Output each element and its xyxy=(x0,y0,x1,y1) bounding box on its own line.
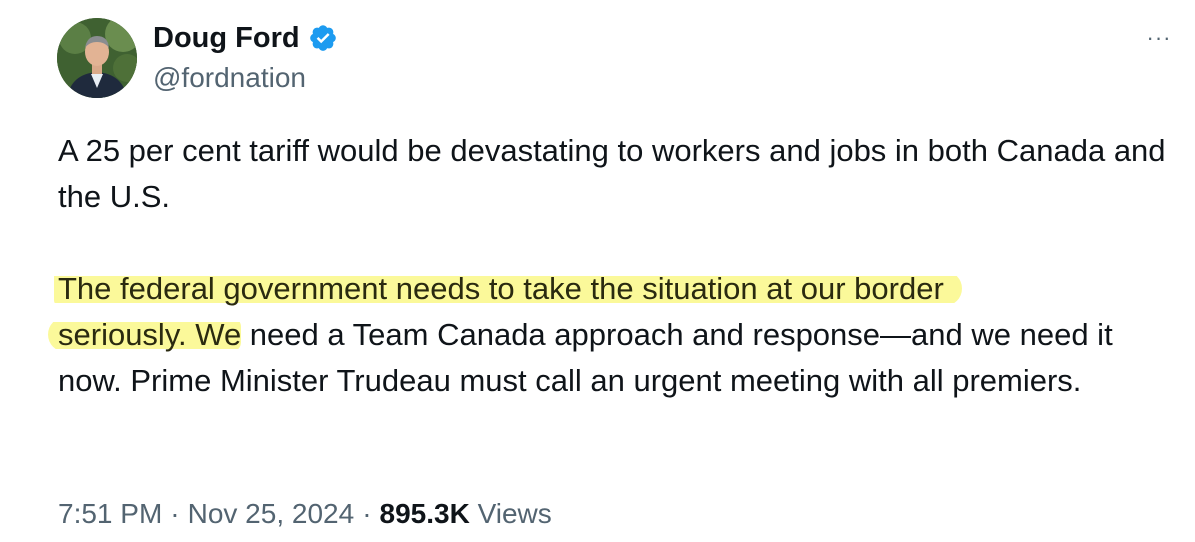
profile-photo xyxy=(57,18,137,98)
author-name-row[interactable]: Doug Ford xyxy=(153,19,338,57)
tweet-paragraph-2: The federal government needs to take the… xyxy=(48,266,1168,404)
author-handle[interactable]: @fordnation xyxy=(153,60,306,96)
avatar[interactable] xyxy=(57,18,137,98)
verified-badge-icon xyxy=(309,25,336,51)
views-stat[interactable]: 895.3K Views xyxy=(380,496,552,532)
tweet-meta: 7:51 PM · Nov 25, 2024 · 895.3K Views xyxy=(58,496,552,532)
views-count: 895.3K xyxy=(379,498,470,529)
tweet-paragraph-1: A 25 per cent tariff would be devastatin… xyxy=(58,133,1166,214)
highlighted-text-line-1: The federal government needs to take the… xyxy=(54,271,962,306)
tweet-time[interactable]: 7:51 PM xyxy=(58,496,162,532)
views-label: Views xyxy=(477,498,552,529)
tweet-text: A 25 per cent tariff would be devastatin… xyxy=(48,128,1168,404)
more-options-icon[interactable]: ··· xyxy=(1139,20,1179,56)
meta-separator: · xyxy=(362,498,372,529)
author-display-name[interactable]: Doug Ford xyxy=(153,19,300,57)
meta-separator: · xyxy=(170,498,180,529)
highlighted-text-line-2: seriously. We xyxy=(48,317,242,352)
tweet-date[interactable]: Nov 25, 2024 xyxy=(188,496,355,532)
